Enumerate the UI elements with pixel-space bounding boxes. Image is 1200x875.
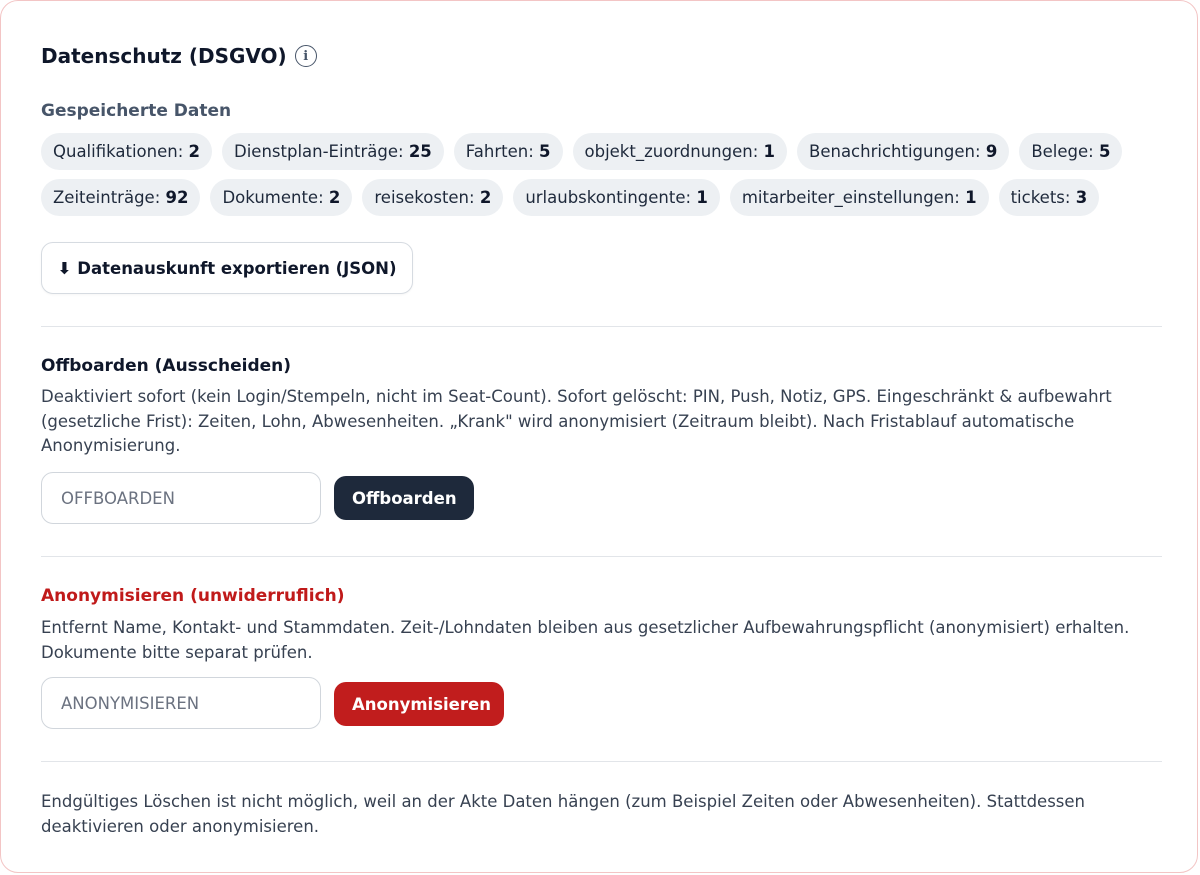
export-button-label: Datenauskunft exportieren (JSON) <box>77 258 397 278</box>
offboarding-button[interactable]: Offboarden <box>334 476 474 520</box>
data-chip: Benachrichtigungen: 9 <box>797 133 1010 170</box>
stored-data-chips-row-1: Qualifikationen: 2 Dienstplan-Einträge: … <box>41 133 1162 170</box>
data-chip: objekt_zuordnungen: 1 <box>572 133 788 170</box>
privacy-card: Datenschutz (DSGVO) i Gespeicherte Daten… <box>0 0 1198 873</box>
info-icon[interactable]: i <box>294 45 317 67</box>
anonymize-button[interactable]: Anonymisieren <box>334 682 504 726</box>
data-chip: mitarbeiter_einstellungen: 1 <box>729 179 989 216</box>
data-chip: urlaubskontingente: 1 <box>513 179 720 216</box>
divider <box>41 326 1162 327</box>
offboarding-confirm-input[interactable] <box>41 472 321 524</box>
download-arrow-icon: ⬇ <box>57 258 72 278</box>
divider <box>41 556 1162 557</box>
offboarding-title: Offboarden (Ausscheiden) <box>41 356 292 376</box>
divider <box>41 761 1162 762</box>
data-chip: Qualifikationen: 2 <box>41 133 213 170</box>
offboarding-description: Deaktiviert sofort (kein Login/Stempeln,… <box>41 387 1112 455</box>
anonymize-description: Entfernt Name, Kontakt- und Stammdaten. … <box>41 618 1130 662</box>
data-chip: Belege: 5 <box>1019 133 1123 170</box>
page-title: Datenschutz (DSGVO) <box>41 44 287 68</box>
data-chip: Zeiteinträge: 92 <box>41 179 201 216</box>
stored-data-chips-row-2: Zeiteinträge: 92 Dokumente: 2 reisekoste… <box>41 179 1162 216</box>
header: Datenschutz (DSGVO) i <box>41 44 317 68</box>
data-chip: tickets: 3 <box>998 179 1100 216</box>
data-chip: Dokumente: 2 <box>210 179 353 216</box>
data-chip: Dienstplan-Einträge: 25 <box>222 133 444 170</box>
anonymize-confirm-input[interactable] <box>41 677 321 729</box>
export-data-button[interactable]: ⬇ Datenauskunft exportieren (JSON) <box>41 242 413 294</box>
anonymize-title: Anonymisieren (unwiderruflich) <box>41 586 345 606</box>
data-chip: Fahrten: 5 <box>453 133 563 170</box>
data-chip: reisekosten: 2 <box>362 179 504 216</box>
stored-data-heading: Gespeicherte Daten <box>41 101 232 121</box>
deletion-note: Endgültiges Löschen ist nicht möglich, w… <box>41 792 1086 836</box>
